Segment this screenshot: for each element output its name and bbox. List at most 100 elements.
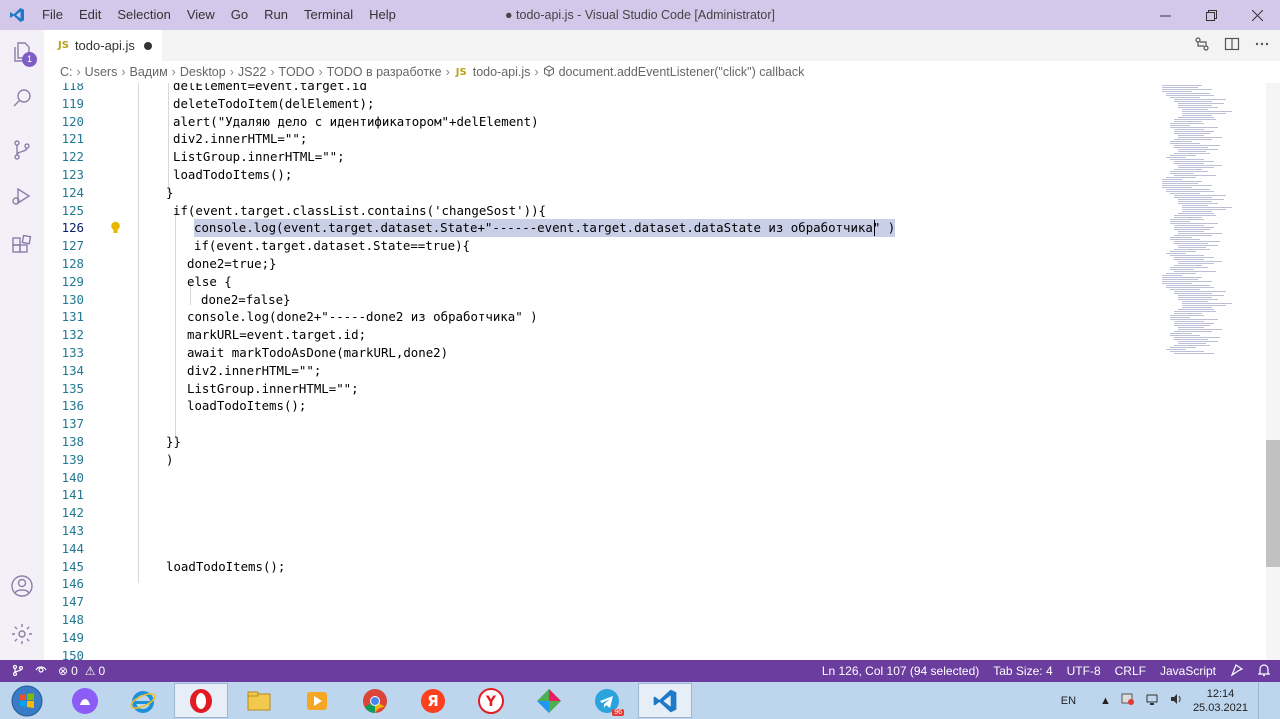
tray-expand-icon[interactable]: ▲ xyxy=(1100,695,1111,707)
close-button[interactable] xyxy=(1234,0,1280,30)
split-editor-icon[interactable] xyxy=(1224,36,1240,55)
extensions-icon[interactable] xyxy=(0,224,44,268)
code-line[interactable]: 128 done2=true;} xyxy=(44,255,1160,273)
breadcrumb-item[interactable]: TODO в разработке xyxy=(327,65,442,79)
code-line[interactable]: 141 xyxy=(44,486,1160,504)
code-line[interactable]: 147 xyxy=(44,593,1160,611)
tab-todo-api[interactable]: JS todo-api.js xyxy=(44,30,162,61)
menu-go[interactable]: Go xyxy=(223,0,256,30)
code-line[interactable]: 131 console.log(done2+"-----done2 из обра… xyxy=(44,308,1160,326)
notifications-bell-icon[interactable] xyxy=(1257,663,1271,680)
vertical-scrollbar[interactable] xyxy=(1266,83,1280,660)
source-control-icon[interactable] xyxy=(0,128,44,172)
breadcrumb-item[interactable]: todo-api.js xyxy=(473,65,531,79)
feedback-icon[interactable] xyxy=(1230,663,1244,680)
code-line[interactable]: 127 if(event.target.dataset.State==true){ xyxy=(44,237,1160,255)
menu-help[interactable]: Help xyxy=(361,0,404,30)
code-line[interactable]: 148 xyxy=(44,611,1160,629)
breadcrumb-item[interactable]: Users xyxy=(85,65,118,79)
live-share-icon[interactable] xyxy=(34,664,48,679)
code-line[interactable]: 150 xyxy=(44,647,1160,660)
code-line[interactable]: 137 xyxy=(44,415,1160,433)
code-line[interactable]: 134 div2.innerHTML=""; xyxy=(44,362,1160,380)
code-line[interactable]: 142 xyxy=(44,504,1160,522)
manage-gear-icon[interactable] xyxy=(0,612,44,656)
code-line[interactable]: 122 ListGroup.innerHTML=""; xyxy=(44,148,1160,166)
code-line[interactable]: 129 else { xyxy=(44,273,1160,291)
breadcrumb-item[interactable]: Desktop xyxy=(180,65,226,79)
minimap-line xyxy=(1174,217,1202,218)
taskbar-yandex-browser-icon[interactable]: Y xyxy=(464,683,518,718)
tray-flag-icon[interactable] xyxy=(1121,692,1135,709)
taskbar-vscode-icon[interactable] xyxy=(638,683,692,718)
encoding[interactable]: UTF-8 xyxy=(1067,664,1101,678)
unsaved-dot-icon[interactable] xyxy=(143,41,152,50)
taskbar-telegram-icon[interactable]: 96 xyxy=(580,683,634,718)
remote-icon[interactable] xyxy=(12,664,24,679)
code-line[interactable]: 119 deleteTodoItem(delElement); xyxy=(44,95,1160,113)
taskbar-app-icon[interactable] xyxy=(522,683,576,718)
code-line[interactable]: 138}} xyxy=(44,433,1160,451)
error-count: 0 xyxy=(71,664,78,678)
language-mode[interactable]: JavaScript xyxy=(1160,664,1216,678)
clock[interactable]: 12:14 25.03.2021 xyxy=(1193,687,1248,715)
menu-terminal[interactable]: Terminal xyxy=(296,0,361,30)
code-line[interactable]: 133 await markTodoAsDone(markURL,done2) xyxy=(44,344,1160,362)
taskbar-chrome-icon[interactable] xyxy=(348,683,402,718)
breadcrumb-item[interactable]: C: xyxy=(60,65,73,79)
minimap[interactable] xyxy=(1160,83,1266,660)
code-line[interactable]: 120 alert("Удаляю дело с идентификатором"… xyxy=(44,113,1160,131)
open-changes-icon[interactable] xyxy=(1194,36,1210,55)
code-editor[interactable]: 118 delElement=event.target.id 119 deleteTo… xyxy=(44,83,1160,660)
code-line[interactable]: 146 xyxy=(44,575,1160,593)
taskbar-opera-icon[interactable] xyxy=(174,683,228,718)
code-line[interactable]: 124} xyxy=(44,184,1160,202)
breadcrumb-item[interactable]: Вадим xyxy=(130,65,168,79)
code-line[interactable]: 135 ListGroup.innerHTML=""; xyxy=(44,380,1160,398)
code-line[interactable]: 144 xyxy=(44,540,1160,558)
code-line[interactable]: 132 markURL=event.target.id; xyxy=(44,326,1160,344)
code-line[interactable]: 145 loadTodoItems(); xyxy=(44,558,1160,576)
code-line[interactable]: 149 xyxy=(44,629,1160,647)
code-line[interactable]: 125 if(event.target.classList.contains('c… xyxy=(44,202,1160,220)
breadcrumb-item[interactable]: TODO xyxy=(279,65,315,79)
code-line[interactable]: 118 delElement=event.target.id xyxy=(44,83,1160,95)
menu-view[interactable]: View xyxy=(179,0,223,30)
start-button[interactable] xyxy=(0,683,54,718)
problems-indicator[interactable]: ⊗ 0 ⚠ 0 xyxy=(58,664,105,678)
show-desktop-button[interactable] xyxy=(1258,682,1266,719)
code-line[interactable]: 126 console.log(event.target.dataset.Stat… xyxy=(44,219,1160,238)
network-icon[interactable] xyxy=(1145,692,1159,709)
more-actions-icon[interactable] xyxy=(1254,36,1270,55)
volume-icon[interactable] xyxy=(1169,692,1183,709)
code-line[interactable]: 123 loadTodoItems(); xyxy=(44,166,1160,184)
code-line[interactable]: 140 xyxy=(44,469,1160,487)
run-debug-icon[interactable] xyxy=(0,174,44,218)
menu-run[interactable]: Run xyxy=(256,0,296,30)
menu-edit[interactable]: Edit xyxy=(71,0,109,30)
cursor-position[interactable]: Ln 126, Col 107 (94 selected) xyxy=(822,664,979,678)
breadcrumb-item[interactable]: document.addEventListener("click") callb… xyxy=(559,65,805,79)
breadcrumb-item[interactable]: JS22 xyxy=(238,65,267,79)
taskbar-explorer-icon[interactable] xyxy=(232,683,286,718)
account-icon[interactable] xyxy=(0,564,44,608)
line-ending[interactable]: CRLF xyxy=(1115,664,1146,678)
input-language[interactable]: EN xyxy=(1061,695,1076,707)
code-line[interactable]: 143 xyxy=(44,522,1160,540)
menu-file[interactable]: File xyxy=(34,0,71,30)
code-line[interactable]: 121 div2.innerHTML=""; xyxy=(44,130,1160,148)
code-line[interactable]: 130 done2=false} xyxy=(44,291,1160,309)
taskbar-media-icon[interactable] xyxy=(290,683,344,718)
search-icon[interactable] xyxy=(0,76,44,120)
taskbar-yandex-icon[interactable]: Я xyxy=(406,683,460,718)
minimize-button[interactable] xyxy=(1142,0,1188,30)
restore-button[interactable] xyxy=(1188,0,1234,30)
explorer-icon[interactable]: 1 xyxy=(0,30,44,74)
code-line[interactable]: 139) xyxy=(44,451,1160,469)
taskbar-ie-icon[interactable] xyxy=(116,683,170,718)
code-line[interactable]: 136 loadTodoItems(); xyxy=(44,397,1160,415)
scrollbar-thumb[interactable] xyxy=(1266,440,1280,567)
tab-size[interactable]: Tab Size: 4 xyxy=(993,664,1052,678)
taskbar-alice-icon[interactable] xyxy=(58,683,112,718)
menu-selection[interactable]: Selection xyxy=(109,0,178,30)
